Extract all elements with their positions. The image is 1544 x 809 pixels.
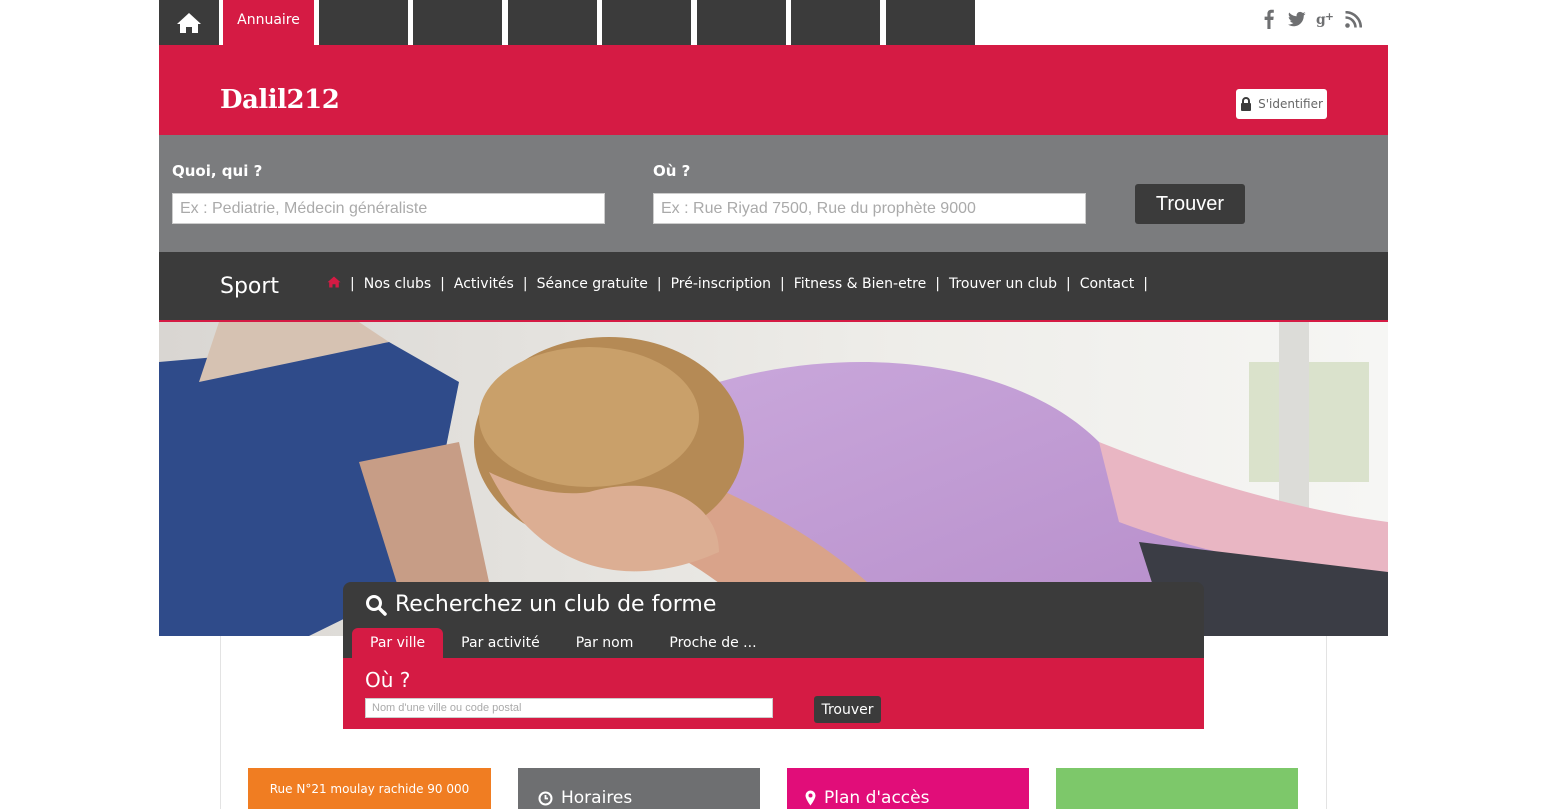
section-title: Sport [220,274,280,299]
menu-separator: | [440,276,445,292]
menu-item-trouver-club[interactable]: Trouver un club [949,276,1057,292]
panel-header: Recherchez un club de forme Par ville Pa… [343,582,1204,658]
tab-empty[interactable] [508,0,597,45]
twitter-icon[interactable] [1288,8,1306,30]
home-button[interactable] [159,0,219,45]
google-plus-icon[interactable]: g + [1316,8,1334,30]
what-label: Quoi, qui ? [172,162,263,180]
tab-empty[interactable] [697,0,786,45]
green-tile[interactable] [1056,768,1298,809]
page: Annuaire g + Dalil212 S'identifier Quoi,… [159,0,1388,809]
tab-proche-de[interactable]: Proche de ... [651,628,774,658]
map-pin-icon [805,790,816,806]
menu-item-nos-clubs[interactable]: Nos clubs [364,276,431,292]
where-input[interactable] [653,193,1086,224]
menu-separator: | [656,276,662,292]
tab-par-nom[interactable]: Par nom [558,628,652,658]
menu-separator: | [522,276,528,292]
where-label: Où ? [365,668,411,692]
menu-separator: | [350,276,355,292]
menu-item-seance-gratuite[interactable]: Séance gratuite [537,276,648,292]
tab-par-activite[interactable]: Par activité [443,628,558,658]
menu-separator: | [1066,276,1071,292]
menu-item-fitness[interactable]: Fitness & Bien-etre [794,276,927,292]
top-navigation: Annuaire g + [159,0,1388,45]
map-label: Plan d'accès [824,788,930,808]
sport-menu: | Nos clubs | Activités | Séance gratuit… [327,276,1157,292]
home-icon [177,12,201,33]
menu-separator: | [780,276,785,292]
club-search-panel: Recherchez un club de forme Par ville Pa… [343,582,1204,729]
tab-par-ville[interactable]: Par ville [352,628,444,658]
tab-empty[interactable] [602,0,691,45]
hours-tile[interactable]: Horaires [518,768,760,809]
facebook-icon[interactable] [1260,8,1278,30]
menu-separator: | [935,276,940,292]
login-label: S'identifier [1258,97,1323,111]
site-header: Dalil212 S'identifier [159,45,1388,135]
search-button[interactable]: Trouver [1135,184,1245,224]
tab-empty[interactable] [886,0,975,45]
tab-annuaire[interactable]: Annuaire [223,0,314,45]
tab-empty[interactable] [791,0,880,45]
panel-title-text: Recherchez un club de forme [395,592,717,617]
menu-item-pre-inscription[interactable]: Pré-inscription [671,276,771,292]
menu-item-activites[interactable]: Activités [454,276,514,292]
clock-icon [538,791,553,805]
address-text: Rue N°21 moulay rachide 90 000 [269,781,470,796]
login-button[interactable]: S'identifier [1236,89,1327,119]
hours-label: Horaires [561,788,633,808]
tab-empty[interactable] [413,0,502,45]
svg-text:+: + [1325,10,1334,23]
home-icon[interactable] [327,276,341,292]
menu-item-contact[interactable]: Contact [1080,276,1134,292]
what-input[interactable] [172,193,605,224]
menu-separator: | [1143,276,1148,292]
panel-body: Où ? Trouver [343,658,1204,729]
panel-title: Recherchez un club de forme [365,592,716,617]
where-label: Où ? [653,162,691,180]
search-icon [366,594,387,616]
lock-icon [1241,97,1252,111]
address-tile: Rue N°21 moulay rachide 90 000 [248,768,491,809]
sport-menu-bar: Sport | Nos clubs | Activités | Séance g… [159,252,1388,322]
panel-tabs: Par ville Par activité Par nom Proche de… [352,628,775,658]
social-links: g + [1260,8,1362,30]
rss-icon[interactable] [1344,8,1362,30]
club-search-button[interactable]: Trouver [814,696,881,723]
map-tile[interactable]: Plan d'accès [787,768,1029,809]
site-logo[interactable]: Dalil212 [220,85,340,115]
directory-search: Quoi, qui ? Où ? Trouver [159,135,1388,252]
city-input[interactable] [365,698,773,718]
tab-empty[interactable] [319,0,408,45]
